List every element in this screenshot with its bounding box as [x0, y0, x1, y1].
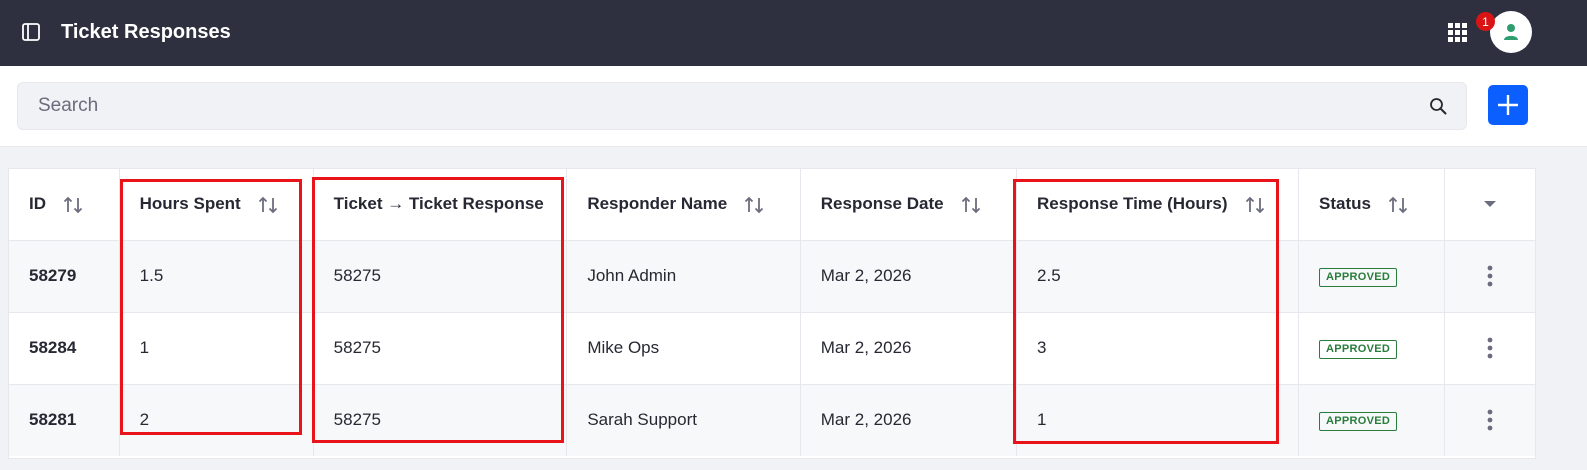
table-header-row: ID Hours Spent Ticket → Ticket Response …: [9, 169, 1535, 241]
column-header-responder-name[interactable]: Responder Name: [566, 169, 801, 241]
status-badge: APPROVED: [1318, 340, 1398, 359]
cell-response-date: Mar 2, 2026: [800, 384, 1018, 456]
column-label: Status: [1318, 194, 1371, 214]
column-header-response-date[interactable]: Response Date: [800, 169, 1018, 241]
add-button[interactable]: [1488, 85, 1528, 125]
sort-arrows-icon[interactable]: [743, 196, 765, 214]
cell-hours-spent: 1: [119, 312, 314, 385]
column-header-status[interactable]: Status: [1298, 169, 1445, 241]
search-box: [17, 82, 1467, 130]
cell-actions: [1444, 240, 1535, 313]
cell-ticket: 58275: [313, 384, 568, 456]
column-label: Responder Name: [587, 194, 728, 214]
cell-responder-name: Mike Ops: [566, 312, 801, 385]
cell-response-date: Mar 2, 2026: [800, 240, 1018, 313]
sort-arrows-icon[interactable]: [960, 196, 982, 214]
table-row[interactable]: 58284 1 58275 Mike Ops Mar 2, 2026 3 APP…: [9, 312, 1535, 385]
kebab-icon[interactable]: [1487, 265, 1493, 287]
cell-ticket: 58275: [313, 240, 568, 313]
cell-response-time: 3: [1016, 312, 1299, 385]
responses-table: ID Hours Spent Ticket → Ticket Response …: [9, 169, 1535, 456]
column-header-ticket[interactable]: Ticket → Ticket Response: [313, 169, 568, 241]
user-avatar-button[interactable]: [1490, 11, 1532, 53]
column-header-hours-spent[interactable]: Hours Spent: [119, 169, 314, 241]
sort-arrows-icon[interactable]: [1244, 196, 1266, 214]
column-label: Hours Spent: [139, 194, 241, 214]
cell-id: 58281: [9, 384, 120, 456]
search-input[interactable]: [18, 83, 1398, 129]
cell-ticket: 58275: [313, 312, 568, 385]
cell-status: APPROVED: [1298, 384, 1445, 456]
apps-grid-icon[interactable]: [1448, 23, 1467, 42]
cell-response-date: Mar 2, 2026: [800, 312, 1018, 385]
kebab-icon[interactable]: [1487, 337, 1493, 359]
cell-id: 58279: [9, 240, 120, 313]
plus-icon: [1498, 95, 1518, 115]
cell-actions: [1444, 312, 1535, 385]
cell-response-time: 1: [1016, 384, 1299, 456]
top-navbar: Ticket Responses 1: [0, 0, 1587, 66]
caret-down-icon[interactable]: [1483, 199, 1497, 209]
table-row[interactable]: 58281 2 58275 Sarah Support Mar 2, 2026 …: [9, 384, 1535, 456]
status-badge: APPROVED: [1318, 268, 1398, 287]
user-icon: [1504, 24, 1518, 40]
sort-arrows-icon[interactable]: [257, 196, 279, 214]
cell-response-time: 2.5: [1016, 240, 1299, 313]
table-row[interactable]: 58279 1.5 58275 John Admin Mar 2, 2026 2…: [9, 240, 1535, 313]
kebab-icon[interactable]: [1487, 409, 1493, 431]
cell-responder-name: Sarah Support: [566, 384, 801, 456]
cell-actions: [1444, 384, 1535, 456]
column-label: Ticket → Ticket Response: [333, 194, 544, 214]
cell-hours-spent: 1.5: [119, 240, 314, 313]
column-header-response-time[interactable]: Response Time (Hours): [1016, 169, 1299, 241]
page-title: Ticket Responses: [61, 21, 231, 43]
status-badge: APPROVED: [1318, 412, 1398, 432]
data-table-container: ID Hours Spent Ticket → Ticket Response …: [8, 168, 1536, 459]
cell-status: APPROVED: [1298, 240, 1445, 313]
cell-hours-spent: 2: [119, 384, 314, 456]
sort-arrows-icon[interactable]: [62, 196, 84, 214]
notification-badge[interactable]: 1: [1476, 12, 1495, 31]
column-label: Response Time (Hours): [1037, 194, 1228, 214]
column-label: ID: [29, 194, 46, 214]
search-icon[interactable]: [1429, 97, 1447, 115]
column-label: Response Date: [820, 194, 944, 214]
cell-status: APPROVED: [1298, 312, 1445, 385]
sidebar-toggle-icon[interactable]: [21, 22, 41, 42]
column-header-id[interactable]: ID: [9, 169, 120, 241]
cell-id: 58284: [9, 312, 120, 385]
search-toolbar: [0, 66, 1587, 147]
cell-responder-name: John Admin: [566, 240, 801, 313]
sort-arrows-icon[interactable]: [1387, 196, 1409, 214]
column-menu-header[interactable]: [1444, 169, 1535, 241]
